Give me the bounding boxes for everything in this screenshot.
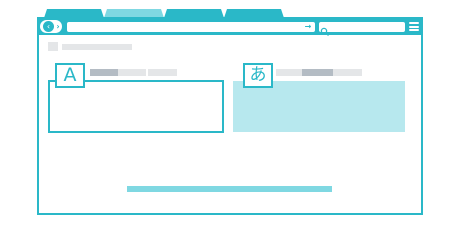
search-input[interactable] [319,22,405,32]
address-bar[interactable] [67,22,315,32]
arrow-right-icon[interactable]: › [54,21,62,32]
source-language-divider [146,69,148,76]
go-arrow-icon[interactable]: → [303,21,313,32]
page-icon-placeholder [48,42,58,51]
target-language-selected [302,69,333,76]
translation-output [233,81,405,132]
footer-bar-placeholder [127,186,332,192]
source-language-selected [90,69,118,76]
page-title-placeholder [62,44,132,50]
target-language-badge: あ [243,63,273,88]
search-icon [320,22,330,36]
source-language-badge: A [55,63,85,88]
arrow-left-icon[interactable]: ‹ [43,21,54,32]
hamburger-menu-icon[interactable] [409,22,419,31]
